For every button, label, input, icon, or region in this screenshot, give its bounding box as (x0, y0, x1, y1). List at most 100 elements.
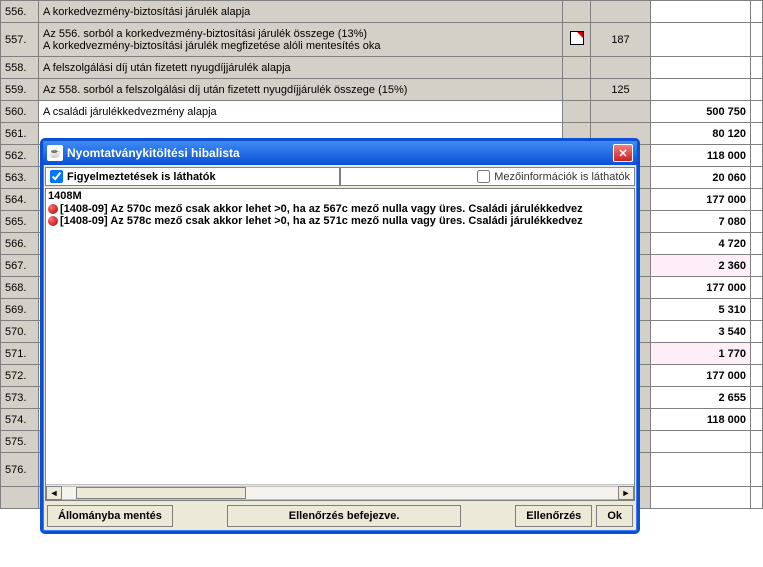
row-number: 556. (1, 1, 39, 23)
row-number: 562. (1, 145, 39, 167)
row-value[interactable]: 7 080 (651, 211, 751, 233)
row-number (1, 487, 39, 509)
row-number: 573. (1, 387, 39, 409)
row-tail (751, 23, 763, 57)
row-tail (751, 79, 763, 101)
scroll-right-arrow[interactable]: ► (618, 486, 634, 500)
row-value[interactable] (651, 57, 751, 79)
dialog-title: Nyomtatványkitöltési hibalista (67, 146, 240, 160)
row-number: 571. (1, 343, 39, 365)
row-col3 (591, 57, 651, 79)
row-tail (751, 233, 763, 255)
row-value[interactable]: 118 000 (651, 145, 751, 167)
row-value[interactable]: 3 540 (651, 321, 751, 343)
table-row: 559.Az 558. sorból a felszolgálási díj u… (1, 79, 763, 101)
row-description: Az 556. sorból a korkedvezmény-biztosítá… (39, 23, 563, 57)
row-number: 566. (1, 233, 39, 255)
close-button[interactable]: ✕ (613, 144, 633, 162)
save-button[interactable]: Állományba mentés (47, 505, 173, 527)
row-value[interactable] (651, 487, 751, 509)
row-value[interactable] (651, 1, 751, 23)
row-tail (751, 101, 763, 123)
row-flag-cell (563, 101, 591, 123)
row-tail (751, 1, 763, 23)
table-row: 556.A korkedvezmény-biztosítási járulék … (1, 1, 763, 23)
row-tail (751, 487, 763, 509)
row-tail (751, 57, 763, 79)
row-tail (751, 343, 763, 365)
row-number: 560. (1, 101, 39, 123)
row-number: 557. (1, 23, 39, 57)
row-value[interactable]: 4 720 (651, 233, 751, 255)
row-value[interactable] (651, 453, 751, 487)
row-value[interactable] (651, 23, 751, 57)
row-number: 570. (1, 321, 39, 343)
row-tail (751, 145, 763, 167)
warnings-checkbox[interactable] (50, 170, 63, 183)
row-value[interactable]: 500 750 (651, 101, 751, 123)
row-number: 563. (1, 167, 39, 189)
row-tail (751, 365, 763, 387)
ok-button[interactable]: Ok (596, 505, 633, 527)
error-item[interactable]: [1408-09] Az 570c mező csak akkor lehet … (46, 203, 634, 215)
row-tail (751, 387, 763, 409)
row-tail (751, 211, 763, 233)
table-row: 560.A családi járulékkedvezmény alapja 50… (1, 101, 763, 123)
row-tail (751, 277, 763, 299)
row-value[interactable]: 177 000 (651, 189, 751, 211)
row-number: 572. (1, 365, 39, 387)
row-description: A családi járulékkedvezmény alapja (39, 101, 563, 123)
error-icon (48, 216, 58, 226)
error-text: [1408-09] Az 570c mező csak akkor lehet … (60, 203, 583, 215)
warnings-checkbox-label[interactable]: Figyelmeztetések is láthatók (45, 167, 340, 186)
error-list-dialog: ☕ Nyomtatványkitöltési hibalista ✕ Figye… (40, 138, 640, 534)
row-number: 567. (1, 255, 39, 277)
row-flag-cell (563, 57, 591, 79)
fieldinfo-checkbox-text: Mezőinformációk is láthatók (494, 171, 630, 183)
row-value[interactable]: 177 000 (651, 365, 751, 387)
row-tail (751, 321, 763, 343)
row-value[interactable]: 2 360 (651, 255, 751, 277)
error-section-header: 1408M (46, 189, 634, 203)
row-col3 (591, 1, 651, 23)
row-value[interactable] (651, 79, 751, 101)
row-value[interactable]: 118 000 (651, 409, 751, 431)
row-number: 576. (1, 453, 39, 487)
row-number: 558. (1, 57, 39, 79)
row-value[interactable]: 20 060 (651, 167, 751, 189)
row-tail (751, 299, 763, 321)
dialog-toolbar: Figyelmeztetések is láthatók Mezőinformá… (43, 165, 637, 188)
row-value[interactable]: 1 770 (651, 343, 751, 365)
row-tail (751, 167, 763, 189)
scroll-track[interactable] (62, 486, 618, 500)
row-value[interactable]: 5 310 (651, 299, 751, 321)
row-value[interactable]: 177 000 (651, 277, 751, 299)
row-col3: 187 (591, 23, 651, 57)
dialog-titlebar[interactable]: ☕ Nyomtatványkitöltési hibalista ✕ (43, 141, 637, 165)
row-col3: 125 (591, 79, 651, 101)
row-number: 565. (1, 211, 39, 233)
row-description: Az 558. sorból a felszolgálási díj után … (39, 79, 563, 101)
row-number: 575. (1, 431, 39, 453)
error-item[interactable]: [1408-09] Az 578c mező csak akkor lehet … (46, 215, 634, 227)
row-tail (751, 431, 763, 453)
row-tail (751, 453, 763, 487)
dialog-button-row: Állományba mentés Ellenőrzés befejezve. … (43, 501, 637, 531)
row-flag-cell (563, 23, 591, 57)
row-value[interactable]: 2 655 (651, 387, 751, 409)
horizontal-scrollbar[interactable]: ◄ ► (46, 484, 634, 500)
fieldinfo-checkbox[interactable] (477, 170, 490, 183)
scroll-left-arrow[interactable]: ◄ (46, 486, 62, 500)
table-row: 558.A felszolgálási díj után fizetett ny… (1, 57, 763, 79)
row-number: 574. (1, 409, 39, 431)
scroll-thumb[interactable] (76, 487, 246, 499)
row-value[interactable]: 80 120 (651, 123, 751, 145)
error-icon (48, 204, 58, 214)
status-text: Ellenőrzés befejezve. (227, 505, 461, 527)
fieldinfo-checkbox-label[interactable]: Mezőinformációk is láthatók (340, 167, 635, 186)
row-number: 561. (1, 123, 39, 145)
flag-icon (570, 31, 584, 45)
row-value[interactable] (651, 431, 751, 453)
check-button[interactable]: Ellenőrzés (515, 505, 592, 527)
warnings-checkbox-text: Figyelmeztetések is láthatók (67, 171, 216, 183)
